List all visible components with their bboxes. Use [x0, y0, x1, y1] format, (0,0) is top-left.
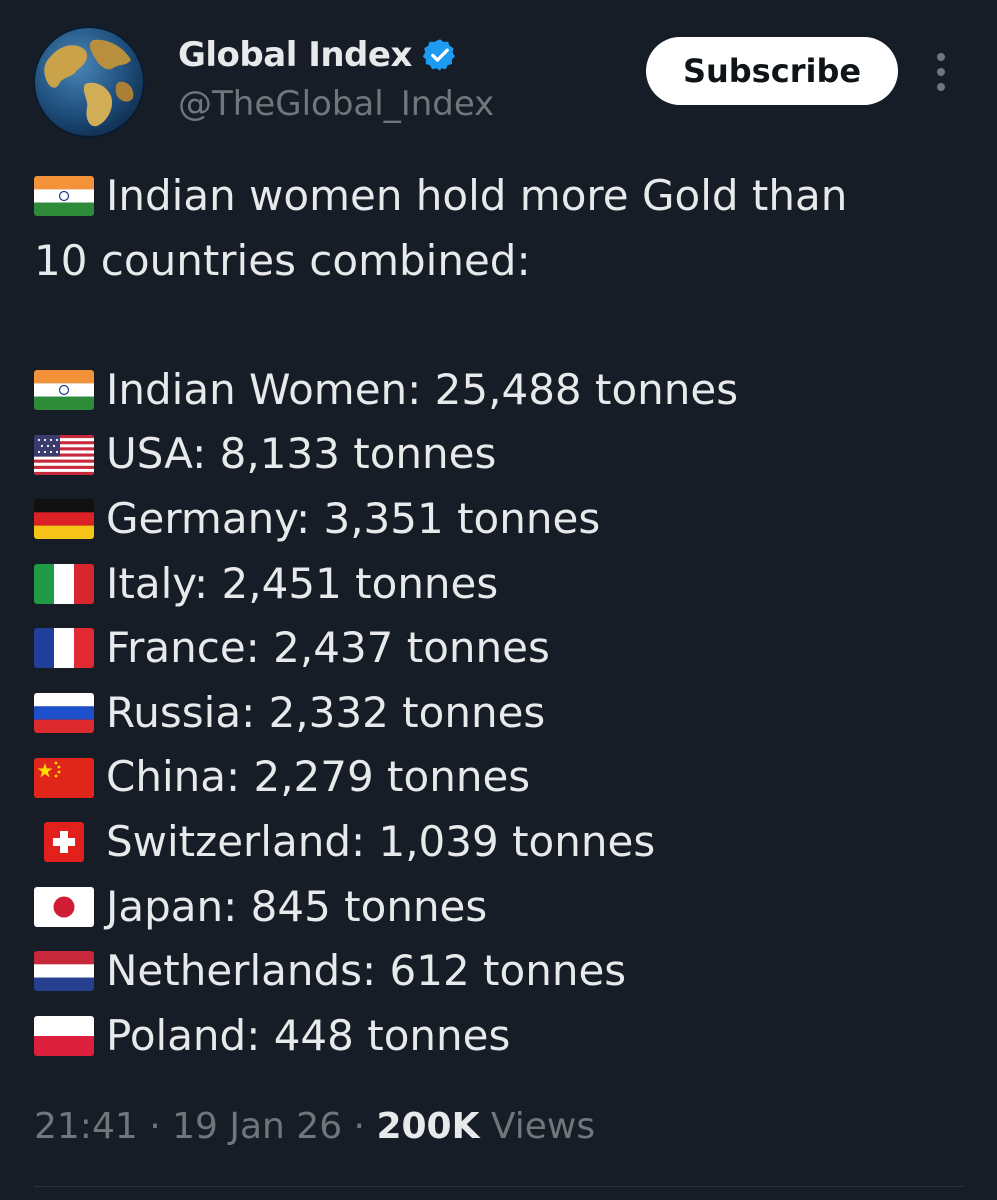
list-item-text: France: 2,437 tonnes — [106, 623, 550, 673]
russia-flag-icon — [34, 693, 94, 734]
list-item-text: USA: 8,133 tonnes — [106, 429, 497, 479]
views-count[interactable]: 200K — [376, 1106, 479, 1147]
list-item: Indian Women: 25,488 tonnes — [34, 358, 974, 423]
author-name-row[interactable]: Global Index — [178, 34, 458, 76]
list-item-text: Germany: 3,351 tonnes — [106, 493, 601, 543]
list-item: China: 2,279 tonnes — [34, 745, 974, 810]
list-item: Japan: 845 tonnes — [34, 875, 974, 940]
list-item-text: Poland: 448 tonnes — [106, 1010, 511, 1060]
usa-flag-icon — [34, 434, 94, 475]
intro-line-2: 10 countries combined: — [34, 229, 974, 294]
avatar[interactable] — [33, 26, 145, 138]
author-handle[interactable]: @TheGlobal_Index — [178, 83, 494, 125]
india-flag-icon — [34, 176, 94, 217]
france-flag-icon — [34, 628, 94, 669]
meta-separator: · — [137, 1106, 173, 1147]
intro-text-1: Indian women hold more Gold than — [106, 171, 848, 220]
intro-line-1: Indian women hold more Gold than — [34, 164, 974, 229]
tweet-text: Indian women hold more Gold than 10 coun… — [34, 164, 974, 1068]
list-item-text: Switzerland: 1,039 tonnes — [106, 816, 656, 866]
list-item: Italy: 2,451 tonnes — [34, 552, 974, 617]
india-flag-icon — [34, 370, 94, 411]
list-item: Russia: 2,332 tonnes — [34, 681, 974, 746]
list-item: Netherlands: 612 tonnes — [34, 939, 974, 1004]
list-item-text: Italy: 2,451 tonnes — [106, 558, 499, 608]
globe-avatar-icon — [33, 26, 145, 138]
netherlands-flag-icon — [34, 951, 94, 992]
list-item-text: Russia: 2,332 tonnes — [106, 687, 546, 737]
list-item-text: Indian Women: 25,488 tonnes — [106, 364, 739, 414]
author-display-name[interactable]: Global Index — [178, 34, 412, 76]
switzerland-flag-icon — [34, 822, 94, 863]
china-flag-icon — [34, 757, 94, 798]
meta-separator: · — [342, 1106, 377, 1147]
list-item-text: China: 2,279 tonnes — [106, 752, 531, 802]
japan-flag-icon — [34, 886, 94, 927]
divider — [34, 1186, 964, 1187]
intro-text-2: 10 countries combined: — [34, 235, 531, 285]
list-item: France: 2,437 tonnes — [34, 616, 974, 681]
italy-flag-icon — [34, 563, 94, 604]
verified-badge-icon[interactable] — [422, 37, 458, 73]
views-label: Views — [479, 1106, 596, 1147]
list-item: Poland: 448 tonnes — [34, 1004, 974, 1069]
list-item-text: Japan: 845 tonnes — [106, 881, 488, 931]
subscribe-button[interactable]: Subscribe — [646, 37, 898, 105]
poland-flag-icon — [34, 1016, 94, 1057]
tweet-date[interactable]: 19 Jan 26 — [172, 1106, 342, 1147]
tweet-time[interactable]: 21:41 — [34, 1106, 138, 1147]
germany-flag-icon — [34, 499, 94, 540]
list-item: Switzerland: 1,039 tonnes — [34, 810, 974, 875]
list-item: Germany: 3,351 tonnes — [34, 487, 974, 552]
tweet-meta: 21:41 · 19 Jan 26 · 200K Views — [34, 1104, 595, 1150]
list-item: USA: 8,133 tonnes — [34, 422, 974, 487]
list-item-text: Netherlands: 612 tonnes — [106, 946, 627, 996]
more-vertical-icon[interactable] — [928, 50, 954, 94]
